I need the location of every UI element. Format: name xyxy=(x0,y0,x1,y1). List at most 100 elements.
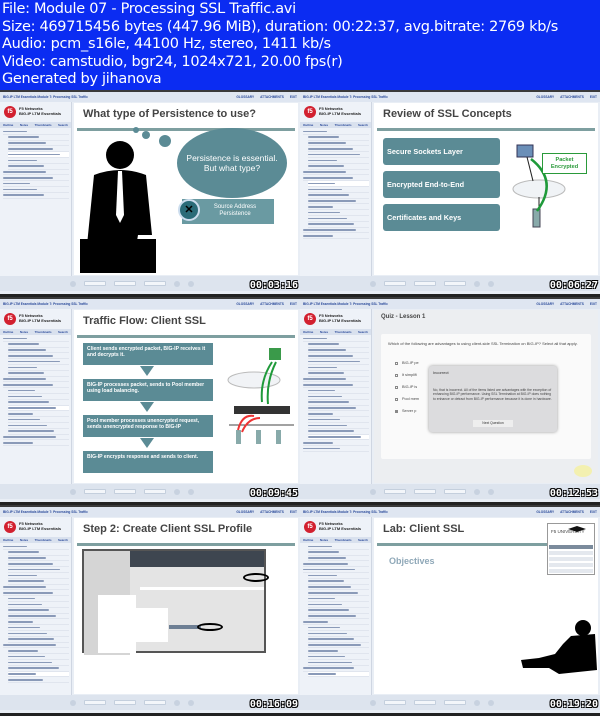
link-glossary[interactable]: GLOSSARY xyxy=(536,95,554,99)
link-attachments[interactable]: ATTACHMENTS xyxy=(260,95,284,99)
flow-step-box: BIG-IP encrypts response and sends to cl… xyxy=(83,451,213,473)
prev-next-buttons[interactable] xyxy=(188,699,194,706)
link-attachments[interactable]: ATTACHMENTS xyxy=(260,510,284,514)
volume-button[interactable] xyxy=(70,699,76,706)
tab-search[interactable]: Search xyxy=(58,123,68,127)
play-pause-button[interactable] xyxy=(474,280,480,287)
link-attachments[interactable]: ATTACHMENTS xyxy=(260,302,284,306)
answer-option[interactable]: Server p xyxy=(395,409,416,413)
link-glossary[interactable]: GLOSSARY xyxy=(236,95,254,99)
answer-option[interactable]: Pool mem xyxy=(395,397,419,401)
tab-thumbnails[interactable]: Thumbnails xyxy=(335,330,352,334)
volume-button[interactable] xyxy=(370,280,376,287)
elapsed-time xyxy=(144,489,166,494)
tab-outline[interactable]: Outline xyxy=(3,538,13,542)
menu-item[interactable] xyxy=(549,569,593,574)
checkbox[interactable] xyxy=(395,373,398,377)
checkbox[interactable] xyxy=(395,409,398,413)
outline-item[interactable] xyxy=(303,446,369,452)
volume-button[interactable] xyxy=(370,699,376,706)
link-attachments[interactable]: ATTACHMENTS xyxy=(560,510,584,514)
link-attachments[interactable]: ATTACHMENTS xyxy=(560,95,584,99)
link-glossary[interactable]: GLOSSARY xyxy=(536,510,554,514)
logo-text: F5 Networks BIG-IP LTM Essentials xyxy=(319,314,361,323)
link-attachments[interactable]: ATTACHMENTS xyxy=(560,302,584,306)
answer-option[interactable]: BIG-IP is xyxy=(395,385,417,389)
slide-counter xyxy=(384,489,406,494)
outline-item[interactable] xyxy=(3,440,69,447)
logo-line2: BIG-IP LTM Essentials xyxy=(19,111,62,116)
play-pause-button[interactable] xyxy=(474,488,480,495)
answer-option[interactable]: BIG-IP pe xyxy=(395,361,419,365)
prev-next-buttons[interactable] xyxy=(488,699,494,706)
prev-next-buttons[interactable] xyxy=(488,280,494,287)
tab-outline[interactable]: Outline xyxy=(3,330,13,334)
checkbox[interactable] xyxy=(395,397,398,401)
play-pause-button[interactable] xyxy=(474,699,480,706)
prev-next-buttons[interactable] xyxy=(188,488,194,495)
tab-notes[interactable]: Notes xyxy=(20,330,28,334)
volume-button[interactable] xyxy=(70,280,76,287)
outline-item[interactable] xyxy=(303,233,369,240)
bubble-dot xyxy=(142,131,150,139)
menu-item[interactable] xyxy=(549,551,593,556)
callout-text: Packet Encrypted xyxy=(550,157,579,170)
tab-thumbnails[interactable]: Thumbnails xyxy=(35,123,52,127)
play-pause-button[interactable] xyxy=(174,280,180,287)
submit-button-highlight[interactable] xyxy=(574,465,592,477)
link-glossary[interactable]: GLOSSARY xyxy=(236,510,254,514)
menu-item[interactable] xyxy=(549,545,593,550)
tab-outline[interactable]: Outline xyxy=(303,330,313,334)
tab-notes[interactable]: Notes xyxy=(320,538,328,542)
outline-item[interactable] xyxy=(8,677,69,684)
next-question-button[interactable]: Next Question xyxy=(473,420,513,427)
tab-thumbnails[interactable]: Thumbnails xyxy=(35,330,52,334)
tab-thumbnails[interactable]: Thumbnails xyxy=(335,123,352,127)
link-exit[interactable]: EXIT xyxy=(290,95,297,99)
tab-search[interactable]: Search xyxy=(358,330,368,334)
tab-notes[interactable]: Notes xyxy=(320,123,328,127)
link-exit[interactable]: EXIT xyxy=(590,302,597,306)
option-label: It simplifi xyxy=(402,373,417,377)
timestamp: 00:12:53 xyxy=(549,488,598,499)
f5-university-menu[interactable]: F5 UNIVERSITY xyxy=(547,523,595,575)
tab-thumbnails[interactable]: Thumbnails xyxy=(335,538,352,542)
link-exit[interactable]: EXIT xyxy=(590,95,597,99)
menu-item[interactable] xyxy=(549,563,593,568)
thumbnail-grid: BIG-IP LTM Essentials Module 7: Processi… xyxy=(0,90,600,716)
tab-search[interactable]: Search xyxy=(58,538,68,542)
link-exit[interactable]: EXIT xyxy=(290,510,297,514)
tab-notes[interactable]: Notes xyxy=(320,330,328,334)
tab-outline[interactable]: Outline xyxy=(303,538,313,542)
tab-search[interactable]: Search xyxy=(58,330,68,334)
volume-button[interactable] xyxy=(70,488,76,495)
tab-notes[interactable]: Notes xyxy=(20,123,28,127)
prev-next-buttons[interactable] xyxy=(188,280,194,287)
checkbox[interactable] xyxy=(395,361,398,365)
player-links: GLOSSARY ATTACHMENTS EXIT xyxy=(536,302,597,306)
tab-outline[interactable]: Outline xyxy=(3,123,13,127)
tab-search[interactable]: Search xyxy=(358,538,368,542)
play-pause-button[interactable] xyxy=(174,699,180,706)
down-arrow-icon xyxy=(140,438,154,448)
outline-item[interactable] xyxy=(308,671,369,678)
dialog-title: Incorrect xyxy=(433,370,449,375)
timestamp: 00:06:27 xyxy=(549,280,598,291)
prev-next-buttons[interactable] xyxy=(488,488,494,495)
play-pause-button[interactable] xyxy=(174,488,180,495)
player-title-bar: BIG-IP LTM Essentials Module 7: Processi… xyxy=(0,507,300,517)
volume-button[interactable] xyxy=(370,488,376,495)
tab-thumbnails[interactable]: Thumbnails xyxy=(35,538,52,542)
link-exit[interactable]: EXIT xyxy=(290,302,297,306)
tab-notes[interactable]: Notes xyxy=(20,538,28,542)
link-glossary[interactable]: GLOSSARY xyxy=(536,302,554,306)
answer-option[interactable]: It simplifi xyxy=(395,373,417,377)
link-glossary[interactable]: GLOSSARY xyxy=(236,302,254,306)
checkbox[interactable] xyxy=(395,385,398,389)
menu-item[interactable] xyxy=(549,557,593,562)
link-exit[interactable]: EXIT xyxy=(590,510,597,514)
tab-outline[interactable]: Outline xyxy=(303,123,313,127)
outline-item[interactable] xyxy=(3,193,69,199)
flow-step-box: Pool member processes unencrypted reques… xyxy=(83,415,213,437)
tab-search[interactable]: Search xyxy=(358,123,368,127)
